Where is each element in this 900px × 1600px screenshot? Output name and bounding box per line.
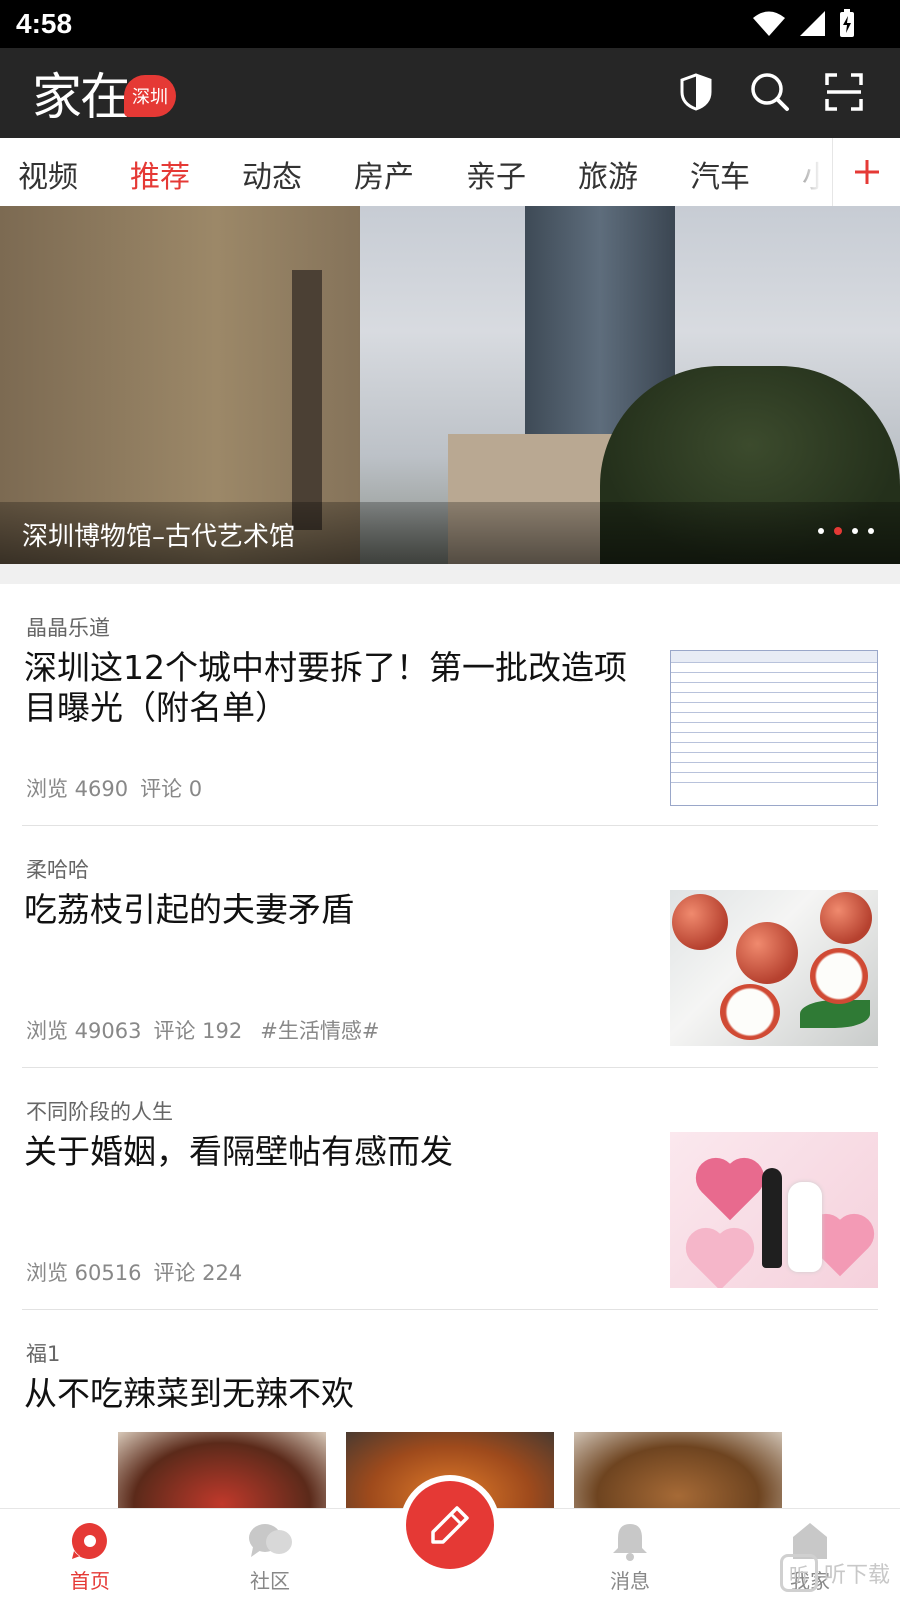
carousel-dot bbox=[868, 528, 874, 534]
search-icon[interactable] bbox=[748, 70, 792, 114]
carousel-dot-active bbox=[834, 527, 842, 535]
app-logo: 家在 深圳 bbox=[32, 62, 176, 126]
category-tabs: 视频 推荐 动态 房产 亲子 旅游 汽车 小 bbox=[0, 138, 900, 206]
feed-photo[interactable] bbox=[118, 1432, 326, 1512]
feed-item[interactable]: 不同阶段的人生 关于婚姻，看隔壁帖有感而发 浏览 60516 评论 224 bbox=[22, 1068, 878, 1310]
city-badge[interactable]: 深圳 bbox=[124, 75, 176, 117]
view-count: 浏览 49063 bbox=[26, 1019, 142, 1043]
feed-author[interactable]: 不同阶段的人生 bbox=[26, 1096, 173, 1126]
banner-title: 深圳博物馆–古代艺术馆 bbox=[22, 522, 296, 552]
topic-tag[interactable]: #生活情感# bbox=[260, 1015, 379, 1045]
status-bar: 4:58 bbox=[0, 0, 900, 48]
plus-icon bbox=[854, 160, 879, 184]
compose-button[interactable] bbox=[406, 1481, 494, 1569]
feed-item[interactable]: 晶晶乐道 深圳这12个城中村要拆了！第一批改造项目曝光（附名单） 浏览 4690… bbox=[22, 584, 878, 826]
feed-title[interactable]: 深圳这12个城中村要拆了！第一批改造项目曝光（附名单） bbox=[24, 648, 644, 728]
app-header: 家在 深圳 bbox=[0, 48, 900, 138]
banner-carousel[interactable]: 深圳博物馆–古代艺术馆 bbox=[0, 206, 900, 564]
tab-travel[interactable]: 旅游 bbox=[578, 152, 638, 196]
view-count: 浏览 60516 bbox=[26, 1261, 142, 1285]
bell-icon bbox=[613, 1524, 647, 1561]
status-icons bbox=[752, 8, 856, 38]
tab-realestate[interactable]: 房产 bbox=[354, 152, 414, 196]
feed-author[interactable]: 福1 bbox=[26, 1338, 60, 1368]
nav-home-label: 首页 bbox=[70, 1569, 110, 1593]
scan-icon[interactable] bbox=[822, 70, 866, 114]
nav-home[interactable]: 首页 bbox=[45, 1519, 135, 1594]
tab-parenting[interactable]: 亲子 bbox=[466, 152, 526, 196]
shield-icon[interactable] bbox=[674, 70, 718, 114]
tabs-fade bbox=[774, 138, 834, 206]
tab-video[interactable]: 视频 bbox=[18, 152, 78, 196]
tab-updates[interactable]: 动态 bbox=[242, 152, 302, 196]
feed-thumbnail[interactable] bbox=[670, 890, 878, 1046]
bottom-nav: 首页 社区 消息 我家 bbox=[0, 1481, 900, 1600]
feed-title[interactable]: 关于婚姻，看隔壁帖有感而发 bbox=[24, 1132, 644, 1172]
signal-icon bbox=[800, 11, 825, 36]
home-bubble-icon bbox=[71, 1522, 107, 1559]
header-actions bbox=[674, 70, 866, 114]
chat-bubbles-icon bbox=[249, 1524, 292, 1557]
watermark: 听 听下载 bbox=[779, 1554, 890, 1592]
feed-stats: 浏览 4690 评论 0 bbox=[26, 773, 202, 803]
tab-recommend[interactable]: 推荐 bbox=[130, 152, 190, 196]
feed-thumbnail[interactable] bbox=[670, 1132, 878, 1288]
add-tab-button[interactable] bbox=[832, 138, 900, 206]
carousel-dot bbox=[852, 528, 858, 534]
feed-author[interactable]: 晶晶乐道 bbox=[26, 612, 110, 642]
wifi-icon bbox=[753, 11, 785, 36]
feed-item[interactable]: 柔哈哈 吃荔枝引起的夫妻矛盾 浏览 49063 评论 192 #生活情感# bbox=[22, 826, 878, 1068]
nav-messages-label: 消息 bbox=[610, 1569, 650, 1593]
battery-icon bbox=[840, 9, 854, 37]
view-count: 浏览 4690 bbox=[26, 777, 129, 801]
nav-community[interactable]: 社区 bbox=[225, 1519, 315, 1594]
banner-caption: 深圳博物馆–古代艺术馆 bbox=[0, 502, 900, 564]
nav-messages[interactable]: 消息 bbox=[585, 1519, 675, 1594]
watermark-text: 听下载 bbox=[823, 1563, 890, 1588]
comment-count: 评论 224 bbox=[153, 1261, 243, 1285]
feed-author[interactable]: 柔哈哈 bbox=[26, 854, 89, 884]
logo-text: 家在 bbox=[32, 68, 130, 126]
watermark-logo-icon: 听 bbox=[779, 1554, 818, 1592]
pencil-icon bbox=[431, 1506, 469, 1544]
feed-thumbnail[interactable] bbox=[670, 650, 878, 806]
feed-photo[interactable] bbox=[574, 1432, 782, 1512]
status-time: 4:58 bbox=[16, 8, 73, 39]
feed-title[interactable]: 从不吃辣菜到无辣不欢 bbox=[24, 1374, 644, 1414]
feed-stats: 浏览 49063 评论 192 #生活情感# bbox=[26, 1015, 379, 1045]
comment-count: 评论 192 bbox=[153, 1019, 243, 1043]
carousel-indicator bbox=[818, 527, 874, 535]
comment-count: 评论 0 bbox=[140, 777, 203, 801]
section-divider bbox=[0, 564, 900, 584]
feed-title[interactable]: 吃荔枝引起的夫妻矛盾 bbox=[24, 890, 644, 930]
nav-community-label: 社区 bbox=[250, 1569, 290, 1593]
feed-stats: 浏览 60516 评论 224 bbox=[26, 1257, 242, 1287]
carousel-dot bbox=[818, 528, 824, 534]
tab-cars[interactable]: 汽车 bbox=[690, 152, 750, 196]
